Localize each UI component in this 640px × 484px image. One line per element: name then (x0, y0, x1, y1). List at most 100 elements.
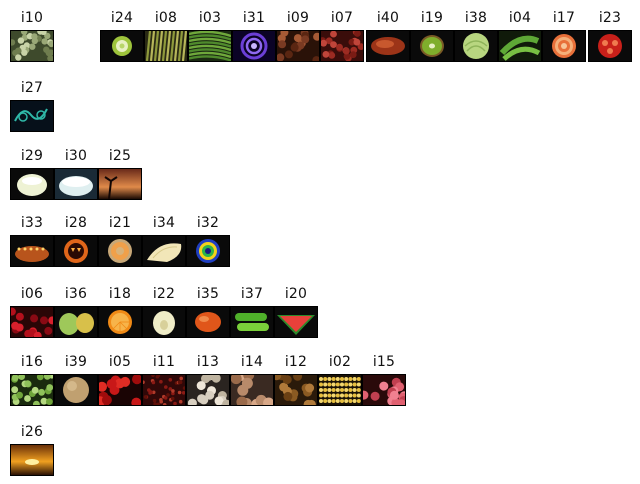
image-item[interactable]: i05 (98, 354, 142, 406)
image-label: i07 (330, 10, 354, 26)
potatoes-icon[interactable] (230, 374, 274, 406)
image-row: i06 i36 i18 i22 i35 i37 i20 (0, 286, 640, 346)
image-item[interactable]: i29 (10, 148, 54, 200)
image-item[interactable]: i11 (142, 354, 186, 406)
golden-sunset-icon[interactable] (10, 444, 54, 476)
image-grid-page: { "rows": [ { "items": [ {"label": "i10"… (0, 0, 640, 482)
cabbage-icon[interactable] (454, 30, 498, 62)
candle-bread-icon[interactable] (10, 235, 54, 267)
image-item[interactable]: i35 (186, 286, 230, 338)
image-item[interactable]: i18 (98, 286, 142, 338)
image-item[interactable]: i26 (10, 424, 54, 476)
pear-half-icon[interactable] (142, 306, 186, 338)
red-peppers-icon[interactable] (98, 374, 142, 406)
image-item[interactable]: i33 (10, 215, 54, 267)
image-label: i13 (196, 354, 220, 370)
image-item[interactable]: i38 (454, 10, 498, 62)
image-label: i04 (508, 10, 532, 26)
green-peppers-icon[interactable] (230, 306, 274, 338)
image-item[interactable]: i16 (10, 354, 54, 406)
peas-icon[interactable] (10, 374, 54, 406)
image-item[interactable]: i10 (10, 10, 54, 62)
image-label: i24 (110, 10, 134, 26)
melon-slice-icon[interactable] (98, 235, 142, 267)
image-label: i31 (242, 10, 266, 26)
asparagus-icon[interactable] (144, 30, 188, 62)
pea-pods-icon[interactable] (498, 30, 542, 62)
kiwi-icon[interactable] (410, 30, 454, 62)
purple-spiral-icon[interactable] (232, 30, 276, 62)
image-item[interactable]: i27 (10, 80, 54, 132)
image-label: i03 (198, 10, 222, 26)
dried-fruit-icon[interactable] (366, 30, 410, 62)
image-label: i37 (240, 286, 264, 302)
image-item[interactable]: i25 (98, 148, 142, 200)
corn-icon[interactable] (318, 374, 362, 406)
brown-fruits-icon[interactable] (274, 374, 318, 406)
nuts-icon[interactable] (276, 30, 320, 62)
image-item[interactable]: i13 (186, 354, 230, 406)
image-item[interactable]: i04 (498, 10, 542, 62)
onion-slice-icon[interactable] (542, 30, 586, 62)
image-item[interactable]: i24 (100, 10, 144, 62)
image-item[interactable]: i39 (54, 354, 98, 406)
image-item[interactable]: i20 (274, 286, 318, 338)
image-label: i10 (20, 10, 44, 26)
teal-swirl-icon[interactable] (10, 100, 54, 132)
image-item[interactable]: i21 (98, 215, 142, 267)
melon-icon[interactable] (54, 374, 98, 406)
image-item[interactable]: i02 (318, 354, 362, 406)
blue-yellow-ring-icon[interactable] (186, 235, 230, 267)
image-item[interactable]: i09 (276, 10, 320, 62)
pear-slice-icon[interactable] (142, 235, 186, 267)
image-item[interactable]: i07 (320, 10, 364, 62)
image-item[interactable]: i23 (588, 10, 632, 62)
image-item[interactable]: i31 (232, 10, 276, 62)
image-item[interactable]: i15 (362, 354, 406, 406)
broccoli-icon[interactable] (10, 30, 54, 62)
papaya-icon[interactable] (186, 306, 230, 338)
image-item[interactable]: i22 (142, 286, 186, 338)
orange-slice-icon[interactable] (98, 306, 142, 338)
pepper-slice-icon[interactable] (100, 30, 144, 62)
sunset-palm-icon[interactable] (98, 168, 142, 200)
image-item[interactable]: i19 (410, 10, 454, 62)
image-item[interactable]: i36 (54, 286, 98, 338)
cherries-icon[interactable] (10, 306, 54, 338)
garlic-icon[interactable] (186, 374, 230, 406)
image-item[interactable]: i08 (144, 10, 188, 62)
image-item[interactable]: i40 (366, 10, 410, 62)
image-label: i16 (20, 354, 44, 370)
tomato-slice-icon[interactable] (588, 30, 632, 62)
image-item[interactable]: i12 (274, 354, 318, 406)
white-onion-icon[interactable] (10, 168, 54, 200)
red-beans-icon[interactable] (320, 30, 364, 62)
pumpkin-lantern-icon[interactable] (54, 235, 98, 267)
image-label: i20 (284, 286, 308, 302)
image-item[interactable]: i14 (230, 354, 274, 406)
image-label: i26 (20, 424, 44, 440)
yogurt-bowl-icon[interactable] (54, 168, 98, 200)
image-item[interactable]: i03 (188, 10, 232, 62)
image-label: i18 (108, 286, 132, 302)
image-label: i23 (598, 10, 622, 26)
image-row: i27 (0, 80, 640, 140)
image-label: i19 (420, 10, 444, 26)
image-item[interactable]: i28 (54, 215, 98, 267)
image-label: i14 (240, 354, 264, 370)
green-beans-icon[interactable] (188, 30, 232, 62)
pear-icon[interactable] (54, 306, 98, 338)
image-item[interactable]: i34 (142, 215, 186, 267)
watermelon-slice-icon[interactable] (274, 306, 318, 338)
image-label: i30 (64, 148, 88, 164)
red-grains-icon[interactable] (142, 374, 186, 406)
image-item[interactable]: i30 (54, 148, 98, 200)
image-label: i40 (376, 10, 400, 26)
image-item[interactable]: i06 (10, 286, 54, 338)
pink-fruit-pile-icon[interactable] (362, 374, 406, 406)
image-item[interactable]: i32 (186, 215, 230, 267)
image-label: i05 (108, 354, 132, 370)
image-label: i39 (64, 354, 88, 370)
image-item[interactable]: i37 (230, 286, 274, 338)
image-item[interactable]: i17 (542, 10, 586, 62)
